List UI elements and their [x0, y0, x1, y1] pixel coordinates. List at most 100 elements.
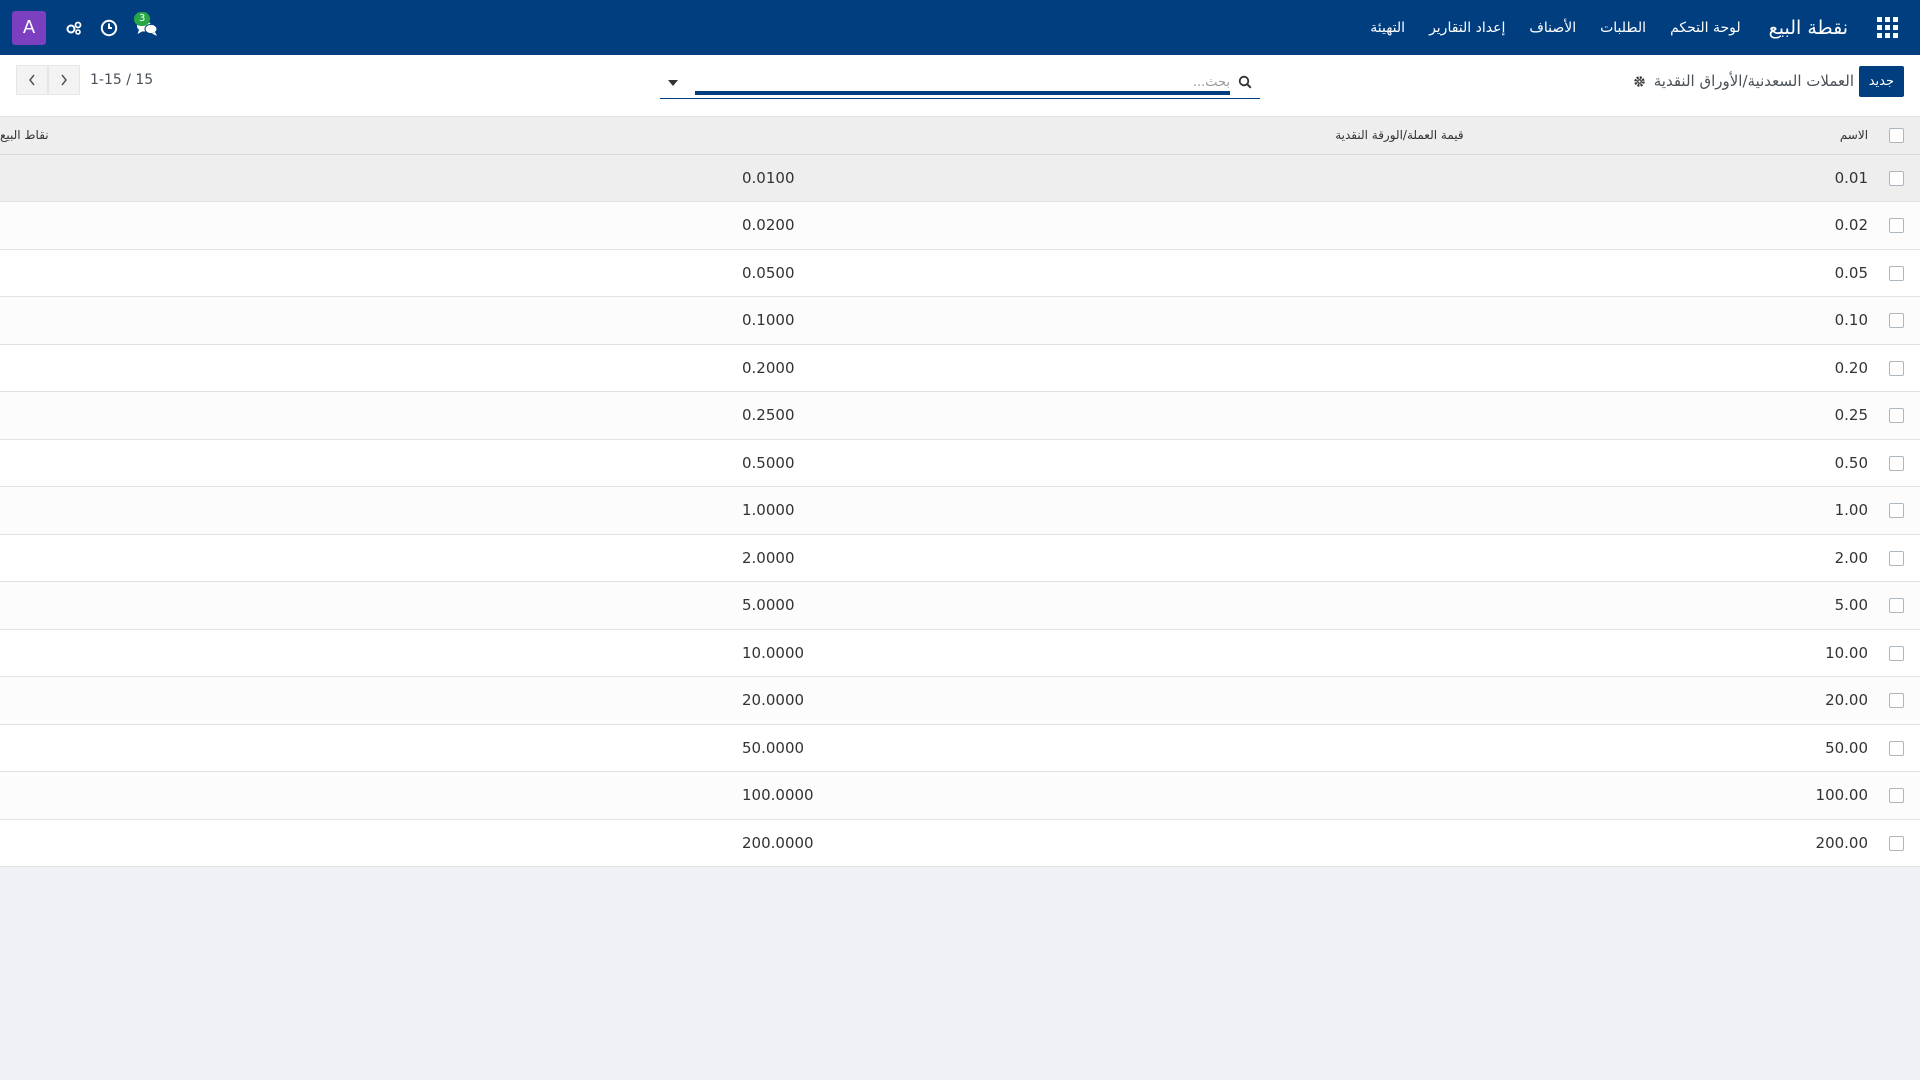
cell-value[interactable]: 0.5000 — [740, 439, 1464, 487]
cell-value[interactable]: 10.0000 — [740, 629, 1464, 677]
cell-name[interactable]: 10.00 — [1464, 629, 1872, 677]
cell-value[interactable]: 0.0200 — [740, 202, 1464, 250]
cell-name[interactable]: 5.00 — [1464, 582, 1872, 630]
table-row[interactable]: 10.00 10.0000 — [0, 629, 1920, 677]
column-header-name[interactable]: الاسم — [1464, 117, 1872, 154]
row-checkbox[interactable] — [1888, 693, 1904, 709]
cell-name[interactable]: 2.00 — [1464, 534, 1872, 582]
column-header-pos[interactable]: نقاط البيع — [0, 117, 740, 154]
debug-icon[interactable] — [66, 21, 82, 35]
cell-name[interactable]: 100.00 — [1464, 772, 1872, 820]
table-row[interactable]: 0.25 0.2500 — [0, 391, 1920, 440]
cell-name[interactable]: 0.05 — [1464, 249, 1872, 297]
cell-value-text: 5.0000 — [742, 596, 795, 615]
cell-pos[interactable] — [0, 724, 740, 772]
cell-name[interactable]: 0.50 — [1464, 439, 1872, 487]
table-row[interactable]: 0.01 0.0100 — [0, 154, 1920, 202]
cell-name[interactable]: 0.20 — [1464, 344, 1872, 392]
menu-item-configuration[interactable]: التهيئة — [1370, 20, 1405, 36]
menu-item-reporting[interactable]: إعداد التقارير — [1429, 20, 1505, 36]
cell-pos[interactable] — [0, 629, 740, 677]
messaging-menu[interactable]: 3 — [134, 11, 158, 37]
cell-value[interactable]: 2.0000 — [740, 534, 1464, 582]
table-row[interactable]: 50.00 50.0000 — [0, 724, 1920, 772]
cell-value[interactable]: 200.0000 — [740, 819, 1464, 867]
cell-pos[interactable] — [0, 297, 740, 345]
table-row[interactable]: 2.00 2.0000 — [0, 534, 1920, 582]
table-row[interactable]: 5.00 5.0000 — [0, 581, 1920, 630]
cell-value[interactable]: 100.0000 — [740, 772, 1464, 820]
search-input[interactable] — [692, 71, 1230, 93]
cell-name[interactable]: 50.00 — [1464, 724, 1872, 772]
cell-value[interactable]: 0.2500 — [740, 392, 1464, 440]
activity-icon[interactable] — [100, 19, 118, 37]
cell-pos[interactable] — [0, 582, 740, 630]
cell-value[interactable]: 1.0000 — [740, 487, 1464, 535]
select-all-checkbox[interactable] — [1888, 127, 1904, 143]
row-checkbox[interactable] — [1888, 598, 1904, 614]
cell-value[interactable]: 0.0100 — [740, 154, 1464, 202]
row-checkbox[interactable] — [1888, 265, 1904, 281]
column-header-value[interactable]: قيمة العملة/الورقة النقدية — [740, 117, 1463, 154]
cell-value[interactable]: 50.0000 — [740, 724, 1464, 772]
cell-name[interactable]: 0.25 — [1464, 392, 1872, 440]
search-options-toggle[interactable] — [668, 80, 678, 86]
row-checkbox[interactable] — [1888, 645, 1904, 661]
table-row[interactable]: 1.00 1.0000 — [0, 486, 1920, 535]
pager-value[interactable]: 1-15 / 15 — [90, 72, 153, 88]
menu-item-dashboard[interactable]: لوحة التحكم — [1670, 20, 1741, 36]
table-row[interactable]: 100.00 100.0000 — [0, 771, 1920, 820]
cell-pos[interactable] — [0, 154, 740, 202]
row-checkbox[interactable] — [1888, 218, 1904, 234]
cell-pos[interactable] — [0, 677, 740, 725]
cell-name[interactable]: 20.00 — [1464, 677, 1872, 725]
table-row[interactable]: 0.10 0.1000 — [0, 296, 1920, 345]
cell-value[interactable]: 0.1000 — [740, 297, 1464, 345]
row-checkbox[interactable] — [1888, 788, 1904, 804]
row-checkbox[interactable] — [1888, 360, 1904, 376]
table-row[interactable]: 0.50 0.5000 — [0, 439, 1920, 487]
app-brand[interactable]: نقطة البيع — [1769, 17, 1848, 39]
row-checkbox[interactable] — [1888, 408, 1904, 424]
cell-value[interactable]: 0.0500 — [740, 249, 1464, 297]
cell-pos[interactable] — [0, 439, 740, 487]
cell-pos[interactable] — [0, 392, 740, 440]
cell-pos[interactable] — [0, 202, 740, 250]
cell-value[interactable]: 20.0000 — [740, 677, 1464, 725]
pager-previous-button[interactable] — [16, 65, 48, 95]
row-checkbox[interactable] — [1888, 835, 1904, 851]
chevron-right-icon — [61, 74, 67, 86]
pager-next-button[interactable] — [48, 65, 80, 95]
row-checkbox[interactable] — [1888, 740, 1904, 756]
table-row[interactable]: 0.20 0.2000 — [0, 344, 1920, 392]
table-row[interactable]: 0.02 0.0200 — [0, 201, 1920, 250]
cell-value[interactable]: 5.0000 — [740, 582, 1464, 630]
gear-icon[interactable] — [1633, 75, 1646, 88]
cell-value-text: 0.1000 — [742, 311, 795, 330]
row-checkbox[interactable] — [1888, 455, 1904, 471]
cell-name[interactable]: 0.02 — [1464, 202, 1872, 250]
user-avatar[interactable]: A — [12, 10, 46, 45]
row-checkbox[interactable] — [1888, 170, 1904, 186]
cell-pos[interactable] — [0, 344, 740, 392]
cell-name[interactable]: 1.00 — [1464, 487, 1872, 535]
new-button[interactable]: جديد — [1858, 66, 1904, 97]
table-row[interactable]: 0.05 0.0500 — [0, 249, 1920, 297]
cell-value[interactable]: 0.2000 — [740, 344, 1464, 392]
row-checkbox[interactable] — [1888, 503, 1904, 519]
cell-pos[interactable] — [0, 534, 740, 582]
table-row[interactable]: 20.00 20.0000 — [0, 676, 1920, 725]
menu-item-orders[interactable]: الطلبات — [1600, 20, 1646, 36]
table-row[interactable]: 200.00 200.0000 — [0, 819, 1920, 867]
cell-pos[interactable] — [0, 487, 740, 535]
cell-pos[interactable] — [0, 819, 740, 867]
menu-item-products[interactable]: الأصناف — [1529, 20, 1576, 36]
cell-pos[interactable] — [0, 249, 740, 297]
row-checkbox[interactable] — [1888, 550, 1904, 566]
cell-pos[interactable] — [0, 772, 740, 820]
row-checkbox[interactable] — [1888, 313, 1904, 329]
cell-name[interactable]: 200.00 — [1464, 819, 1872, 867]
cell-name[interactable]: 0.01 — [1464, 154, 1872, 202]
apps-menu-icon[interactable] — [1876, 16, 1898, 39]
cell-name[interactable]: 0.10 — [1464, 297, 1872, 345]
